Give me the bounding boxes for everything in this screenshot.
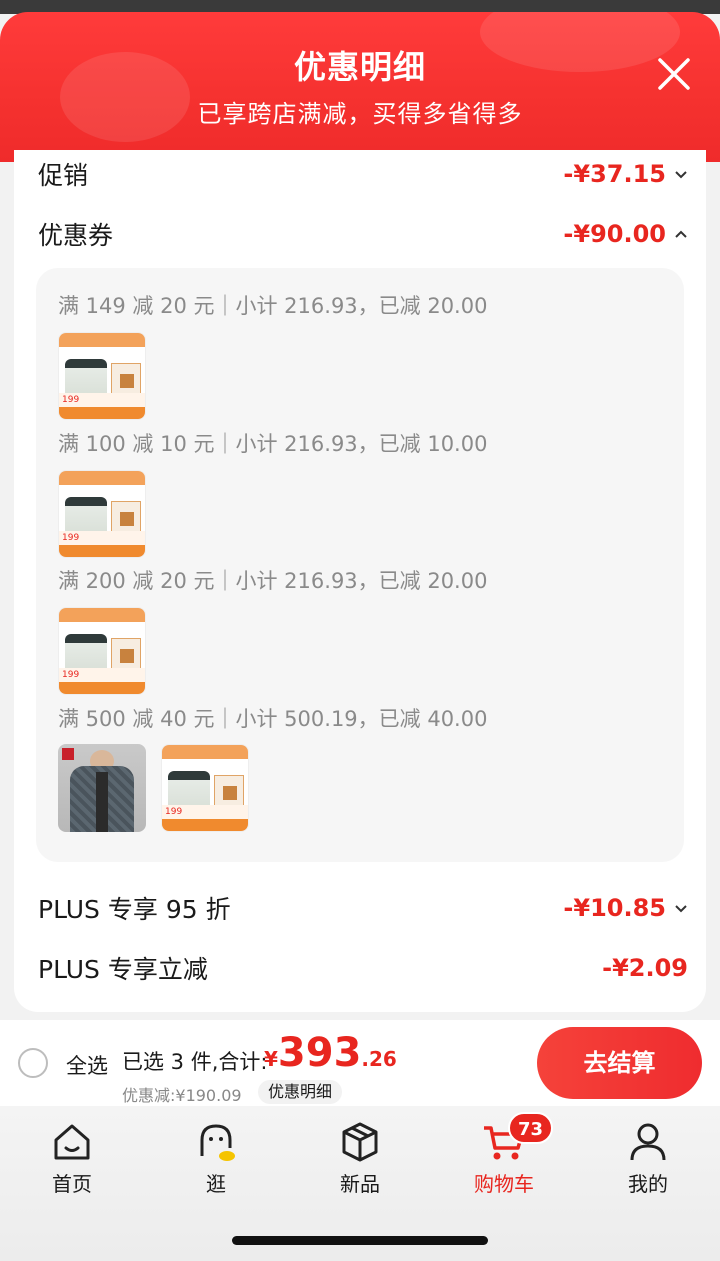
coupon-rule-text: 满 100 减 10 元｜小计 216.93，已减 10.00 <box>58 432 488 456</box>
total-decimal: .26 <box>361 1047 397 1071</box>
product-thumbnail[interactable]: 199 <box>58 470 146 558</box>
home-icon <box>54 1124 90 1160</box>
plus-discount-label: PLUS 专享 95 折 <box>38 895 231 924</box>
close-button[interactable] <box>654 54 694 94</box>
coupon-rule-text: 满 200 减 20 元｜小计 216.93，已减 20.00 <box>58 569 488 593</box>
plus-instant-label: PLUS 专享立减 <box>38 955 208 984</box>
selected-count-text: 已选 3 件,合计: <box>122 1050 268 1074</box>
discount-detail-panel: 促销 -¥37.15 优惠券 -¥90.00 满 149 减 20 元｜小计 2… <box>14 150 706 1012</box>
chevron-down-icon <box>675 905 687 913</box>
tab-label: 首页 <box>52 1172 92 1196</box>
tab-label: 我的 <box>628 1172 668 1196</box>
total-integer: 393 <box>277 1030 362 1076</box>
chevron-down-icon <box>675 171 687 179</box>
thumbnail-price: 199 <box>59 668 145 682</box>
promotion-amount: -¥37.15 <box>563 160 666 188</box>
thumbnail-price: 199 <box>59 531 145 545</box>
thumbnail-price: 199 <box>59 393 145 407</box>
close-icon <box>658 58 690 90</box>
coupon-rule-text: 满 149 减 20 元｜小计 216.93，已减 20.00 <box>58 294 488 318</box>
product-thumbnail[interactable]: 199 <box>161 744 249 832</box>
sheet-title: 优惠明细 <box>293 48 426 86</box>
plus-instant-amount: -¥2.09 <box>602 954 688 982</box>
promotion-row[interactable]: 促销 -¥37.15 <box>38 154 688 194</box>
browse-icon <box>200 1124 235 1161</box>
product-thumbnail[interactable]: 199 <box>58 332 146 420</box>
sheet-header: 优惠明细 已享跨店满减，买得多省得多 <box>0 12 720 162</box>
coupon-row[interactable]: 优惠券 -¥90.00 <box>38 214 688 254</box>
cart-count-badge: 73 <box>508 1112 554 1144</box>
coupon-detail-box: 满 149 减 20 元｜小计 216.93，已减 20.00 199 满 10… <box>36 268 684 862</box>
sheet-subtitle: 已享跨店满减，买得多省得多 <box>197 100 523 128</box>
thumbnail-price: 199 <box>162 805 248 819</box>
tab-label: 新品 <box>340 1172 380 1196</box>
chevron-up-icon <box>675 230 687 238</box>
coupon-label: 优惠券 <box>38 221 114 250</box>
select-all-label[interactable]: 全选 <box>66 1050 108 1080</box>
tab-browse[interactable]: 逛 <box>166 1120 266 1200</box>
tab-profile[interactable]: 我的 <box>598 1120 698 1200</box>
new-product-icon <box>342 1122 378 1162</box>
discount-total: 优惠减:¥190.09 <box>122 1086 242 1105</box>
tab-home[interactable]: 首页 <box>22 1120 122 1200</box>
total-price: ¥393.26 <box>264 1030 397 1076</box>
tab-label: 购物车 <box>474 1172 534 1196</box>
product-thumbnail[interactable]: 199 <box>58 607 146 695</box>
promotion-label: 促销 <box>38 161 89 190</box>
tab-label: 逛 <box>206 1172 226 1196</box>
profile-icon <box>630 1123 666 1161</box>
checkout-bar: 全选 已选 3 件,合计: ¥393.26 优惠减:¥190.09 优惠明细 去… <box>0 1020 720 1108</box>
checkout-button[interactable]: 去结算 <box>537 1027 702 1099</box>
product-thumbnail[interactable] <box>58 744 146 832</box>
tab-new-products[interactable]: 新品 <box>310 1120 410 1200</box>
coupon-rule-text: 满 500 减 40 元｜小计 500.19，已减 40.00 <box>58 707 488 731</box>
coupon-amount: -¥90.00 <box>563 220 666 248</box>
home-indicator <box>232 1236 488 1245</box>
currency-symbol: ¥ <box>264 1047 278 1071</box>
discount-detail-button[interactable]: 优惠明细 <box>258 1080 343 1104</box>
plus-discount-row[interactable]: PLUS 专享 95 折 -¥10.85 <box>38 888 688 928</box>
select-all-checkbox[interactable] <box>18 1048 48 1078</box>
plus-discount-amount: -¥10.85 <box>563 894 666 922</box>
plus-instant-row: PLUS 专享立减 -¥2.09 <box>38 948 688 988</box>
